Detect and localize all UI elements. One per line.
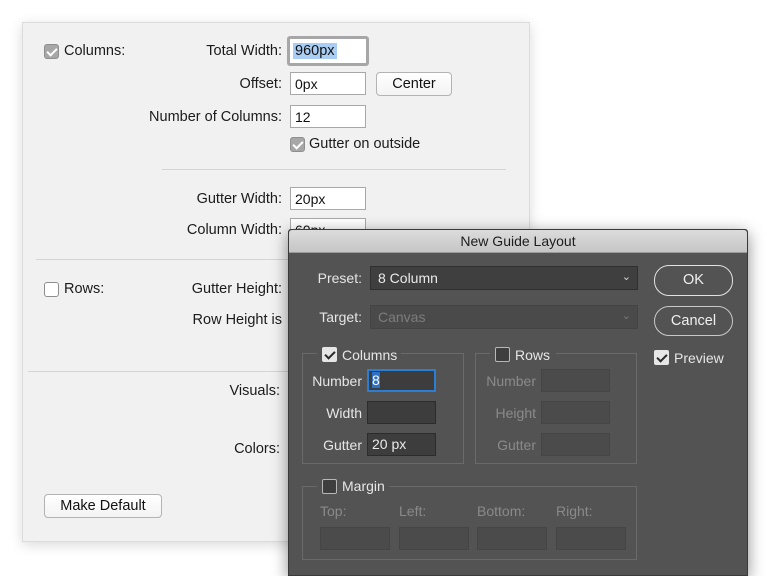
rows-checkbox[interactable] (495, 347, 510, 362)
margin-bottom-label: Bottom: (477, 503, 526, 519)
colors-label: Colors: (234, 441, 280, 457)
chevron-down-icon: ⌄ (621, 310, 631, 322)
target-value: Canvas (378, 309, 426, 325)
cancel-button[interactable]: Cancel (654, 306, 733, 336)
column-width-label: Column Width: (186, 222, 282, 238)
rows-number-label: Number (486, 373, 536, 389)
gutter-outside-checkbox[interactable] (290, 137, 305, 152)
chevron-down-icon: ⌄ (621, 271, 631, 283)
margin-label: Margin (342, 478, 385, 494)
total-width-value: 960px (293, 43, 337, 59)
margin-right-input[interactable] (556, 527, 626, 550)
ok-button[interactable]: OK (654, 265, 733, 296)
rows-height-input[interactable] (541, 401, 610, 424)
divider (36, 259, 288, 260)
columns-number-input[interactable]: 8 (367, 369, 436, 392)
margin-right-label: Right: (556, 503, 593, 519)
row-height-label: Row Height is (192, 312, 282, 328)
target-label: Target: (319, 309, 362, 325)
gutter-outside-label: Gutter on outside (309, 136, 421, 152)
columns-label: Columns (342, 347, 398, 363)
margin-top-input[interactable] (320, 527, 390, 550)
preview-label: Preview (674, 350, 724, 366)
margin-top-label: Top: (320, 503, 347, 519)
rows-height-label: Height (495, 405, 536, 421)
margin-checkbox[interactable] (322, 479, 337, 494)
new-guide-layout-dialog: New Guide Layout Preset: 8 Column ⌄ Targ… (288, 229, 748, 576)
margin-left-label: Left: (399, 503, 427, 519)
make-default-button[interactable]: Make Default (44, 494, 162, 518)
total-width-label: Total Width: (206, 43, 282, 59)
preset-select[interactable]: 8 Column ⌄ (370, 266, 638, 290)
rows-gutter-label: Gutter (497, 437, 536, 453)
preview-checkbox[interactable] (654, 350, 669, 365)
columns-number-label: Number (312, 373, 362, 389)
center-button[interactable]: Center (376, 72, 452, 96)
number-of-columns-label: Number of Columns: (149, 109, 282, 125)
margin-bottom-input[interactable] (477, 527, 547, 550)
columns-width-label: Width (326, 405, 362, 421)
offset-input[interactable]: 0px (290, 72, 366, 95)
margin-left-input[interactable] (399, 527, 469, 550)
divider (162, 169, 506, 170)
offset-label: Offset: (239, 76, 282, 92)
gutter-height-label: Gutter Height: (191, 281, 282, 297)
rows-gutter-input[interactable] (541, 433, 610, 456)
number-of-columns-input[interactable]: 12 (290, 105, 366, 128)
columns-gutter-label: Gutter (323, 437, 362, 453)
gutter-width-label: Gutter Width: (196, 191, 282, 207)
preset-label: Preset: (317, 270, 362, 286)
total-width-input[interactable]: 960px (287, 36, 369, 66)
rows-checkbox[interactable] (44, 282, 59, 297)
columns-width-input[interactable] (367, 401, 436, 424)
visuals-label: Visuals: (229, 383, 280, 399)
rows-label: Rows (515, 347, 551, 363)
preset-value: 8 Column (378, 270, 438, 286)
rows-number-input[interactable] (541, 369, 610, 392)
gutter-width-input[interactable]: 20px (290, 187, 366, 210)
dialog-title: New Guide Layout (289, 230, 747, 253)
target-select[interactable]: Canvas ⌄ (370, 305, 638, 329)
columns-checkbox[interactable] (44, 44, 59, 59)
rows-checkbox-label: Rows: (64, 281, 105, 297)
columns-gutter-input[interactable]: 20 px (367, 433, 436, 456)
columns-checkbox-label: Columns: (64, 43, 126, 59)
columns-number-value: 8 (372, 372, 380, 388)
divider (28, 371, 288, 372)
columns-checkbox[interactable] (322, 347, 337, 362)
